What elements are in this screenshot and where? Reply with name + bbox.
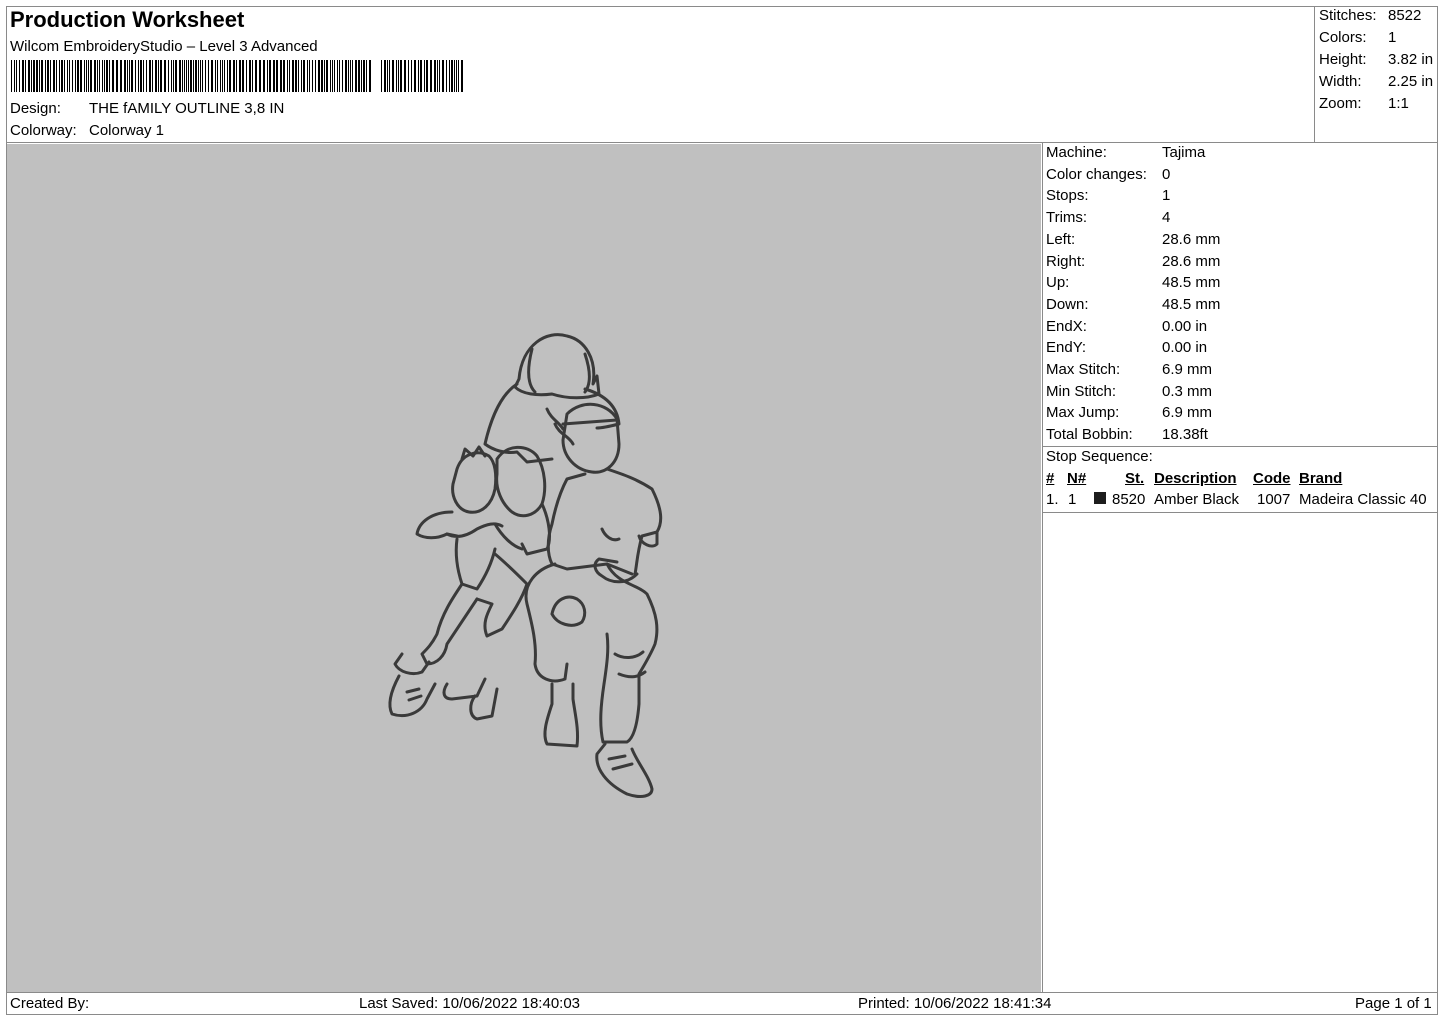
design-preview — [7, 144, 1041, 992]
machine-info-value: 6.9 mm — [1162, 404, 1213, 422]
stat-value: 1 — [1388, 29, 1397, 46]
machine-info-value: 4 — [1162, 209, 1171, 227]
machine-info-value: 0.00 in — [1162, 317, 1208, 335]
machine-info-label: EndX: — [1046, 317, 1087, 335]
machine-info-label: Up: — [1046, 274, 1070, 292]
machine-info-label: Machine: — [1046, 144, 1107, 161]
machine-info-value: 6.9 mm — [1162, 361, 1213, 378]
seq-bottom-divider — [1042, 512, 1438, 513]
info-divider — [1042, 142, 1043, 992]
machine-info-label: Total Bobbin: — [1046, 426, 1133, 444]
machine-info-value: 0 — [1162, 165, 1171, 183]
machine-info-label: Right: — [1046, 252, 1086, 270]
machine-info-label: Trims: — [1046, 209, 1088, 227]
col-header-code: Code — [1253, 470, 1291, 487]
info-seq-divider — [1042, 446, 1438, 447]
barcode — [11, 60, 463, 92]
last-saved: Last Saved: 10/06/2022 18:40:03 — [359, 995, 581, 1012]
family-outline-artwork — [388, 333, 663, 798]
stop-sequence-title: Stop Sequence: — [1046, 448, 1153, 465]
stat-label: Colors: — [1319, 29, 1367, 46]
row-num: 1. — [1046, 491, 1059, 508]
printed-date: Printed: 10/06/2022 18:41:34 — [858, 995, 1052, 1012]
row-description: Amber Black — [1154, 491, 1240, 508]
machine-info-label: EndY: — [1046, 339, 1087, 357]
machine-info-value: 28.6 mm — [1162, 230, 1221, 248]
machine-info-label: Stops: — [1046, 187, 1089, 205]
stat-label: Stitches: — [1319, 7, 1377, 24]
stat-value: 3.82 in — [1388, 51, 1434, 68]
row-brand: Madeira Classic 40 — [1299, 491, 1427, 508]
design-name: THE fAMILY OUTLINE 3,8 IN — [89, 100, 285, 117]
stat-label: Height: — [1319, 51, 1367, 68]
header-divider — [6, 142, 1438, 143]
machine-info-value: 48.5 mm — [1162, 295, 1221, 313]
thread-color-swatch — [1094, 492, 1106, 504]
machine-info-value: 1 — [1162, 187, 1171, 205]
footer-divider — [6, 992, 1438, 993]
machine-info-label: Max Stitch: — [1046, 361, 1121, 378]
stat-label: Zoom: — [1319, 95, 1362, 112]
stat-value: 8522 — [1388, 7, 1422, 24]
machine-info-value: 28.6 mm — [1162, 252, 1221, 270]
software-name: Wilcom EmbroideryStudio – Level 3 Advanc… — [10, 38, 318, 55]
row-needle: 1 — [1068, 491, 1077, 508]
created-by: Created By: — [10, 995, 90, 1012]
page-title: Production Worksheet — [10, 7, 245, 32]
col-header-num: # — [1046, 470, 1055, 487]
stat-value: 1:1 — [1388, 95, 1409, 112]
stats-divider — [1314, 6, 1315, 142]
machine-info-value: 18.38ft — [1162, 426, 1208, 444]
page-number: Page 1 of 1 — [1355, 995, 1432, 1012]
machine-info-value: 48.5 mm — [1162, 274, 1221, 292]
colorway-label: Colorway: — [10, 122, 77, 139]
col-header-needle: N# — [1067, 470, 1087, 487]
machine-info-label: Min Stitch: — [1046, 382, 1117, 400]
machine-info-value: 0.00 in — [1162, 339, 1208, 357]
row-stitches: 8520 — [1112, 491, 1146, 508]
stat-value: 2.25 in — [1388, 73, 1434, 90]
stat-label: Width: — [1319, 73, 1362, 90]
col-header-brand: Brand — [1299, 470, 1343, 487]
machine-info-label: Max Jump: — [1046, 404, 1120, 422]
col-header-stitches: St. — [1125, 470, 1145, 487]
design-label: Design: — [10, 100, 61, 117]
machine-info-label: Color changes: — [1046, 165, 1147, 183]
colorway-name: Colorway 1 — [89, 122, 165, 139]
machine-info-label: Down: — [1046, 295, 1089, 313]
machine-info-value: 0.3 mm — [1162, 382, 1213, 400]
machine-info-label: Left: — [1046, 230, 1076, 248]
col-header-description: Description — [1154, 470, 1237, 487]
machine-info-value: Tajima — [1162, 144, 1206, 161]
row-code: 1007 — [1257, 491, 1291, 508]
